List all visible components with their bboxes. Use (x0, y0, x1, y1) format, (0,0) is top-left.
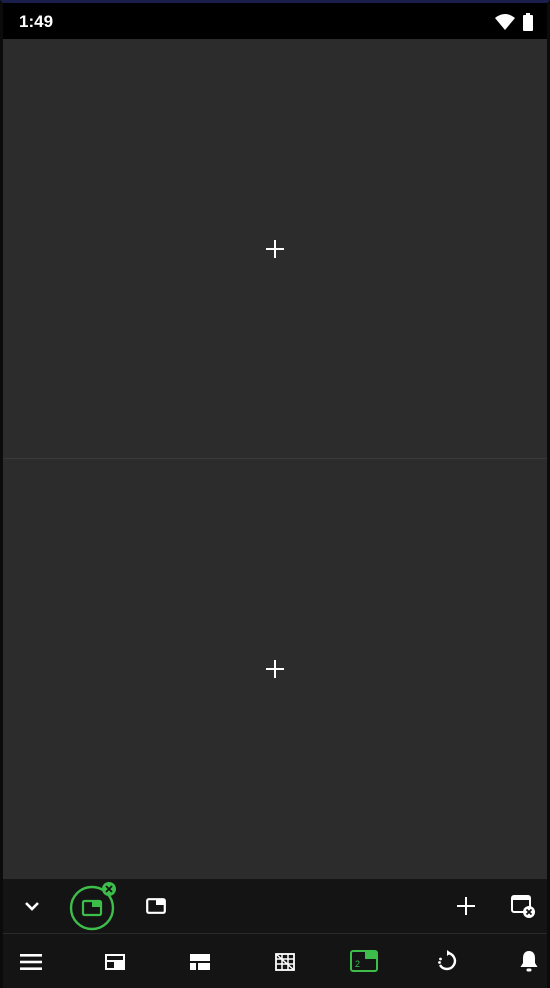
layout-grid-icon (190, 954, 210, 970)
add-view-button[interactable] (451, 891, 481, 921)
video-cell-2[interactable] (3, 459, 547, 879)
video-cell-1[interactable] (3, 39, 547, 458)
layout-multi-icon (275, 953, 295, 971)
close-all-views-button[interactable] (506, 889, 540, 923)
chevron-down-icon (25, 902, 39, 911)
rotate-button[interactable] (431, 945, 463, 977)
layout-split-icon (105, 954, 125, 970)
layout-2-active-icon: 2 (350, 950, 378, 972)
layout-grid-button[interactable] (184, 946, 216, 978)
single-view-icon (146, 898, 166, 914)
close-view-badge-icon[interactable] (101, 881, 117, 897)
layout-multi-button[interactable] (269, 946, 301, 978)
plus-icon (266, 239, 284, 258)
status-bar: 1:49 (3, 3, 547, 39)
view-tab-2[interactable] (141, 891, 171, 921)
add-camera-button[interactable] (255, 649, 295, 689)
plus-icon (266, 660, 284, 678)
bell-icon (520, 951, 538, 972)
add-camera-button[interactable] (255, 229, 295, 269)
status-time: 1:49 (19, 12, 54, 31)
layout-2-button[interactable]: 2 (347, 944, 381, 978)
collapse-button[interactable] (17, 891, 47, 921)
rotate-icon (438, 950, 457, 971)
layout-split-button[interactable] (99, 946, 131, 978)
menu-icon (20, 954, 42, 970)
view-toolbar (3, 879, 547, 933)
notifications-button[interactable] (513, 945, 545, 977)
wifi-icon (495, 14, 515, 35)
active-view-tab[interactable] (67, 881, 117, 931)
battery-icon (523, 13, 533, 36)
svg-text:2: 2 (355, 959, 360, 969)
menu-button[interactable] (15, 946, 47, 978)
close-view-icon (511, 895, 535, 918)
plus-icon (457, 897, 475, 915)
bottom-nav: 2 (3, 934, 547, 988)
